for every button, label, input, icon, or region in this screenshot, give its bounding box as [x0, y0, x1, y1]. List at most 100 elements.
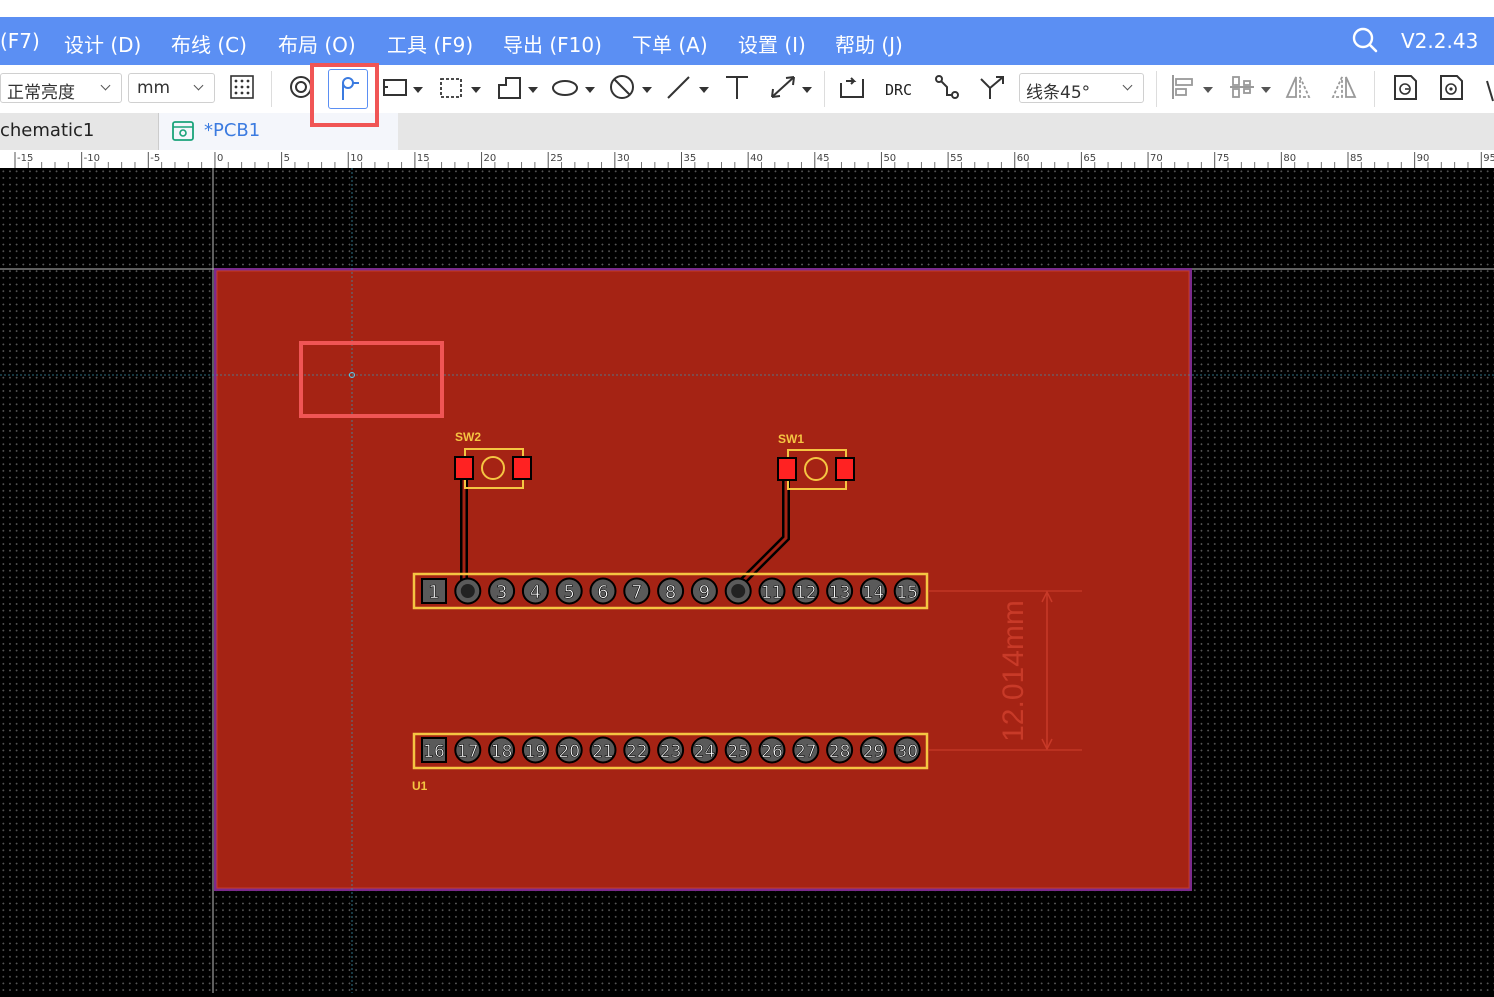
pin-number: 23	[660, 742, 682, 762]
route-mode-select[interactable]: 线条45°	[1019, 73, 1144, 103]
ruler-label: 45	[817, 153, 830, 164]
menu-item-view[interactable]: (F7)	[0, 29, 40, 53]
ellipse-icon[interactable]	[551, 73, 579, 105]
toolbar: 正常亮度 mm DRC 线条45°	[0, 65, 1494, 114]
diff-route-icon[interactable]	[978, 73, 1006, 105]
pcb-canvas[interactable]: SW2 SW1 U1 1 3 4 5 6 7 8 9 11 12 13 14 15 16 17 18 19 20…	[0, 168, 1494, 993]
chevron-down-icon[interactable]	[1261, 87, 1271, 93]
line-icon[interactable]	[665, 73, 693, 105]
ruler-label: -10	[84, 153, 100, 164]
ruler-label: 75	[1217, 153, 1230, 164]
pin-number: 11	[761, 583, 783, 603]
chevron-down-icon	[100, 80, 111, 91]
route-icon[interactable]	[838, 73, 866, 105]
brightness-select[interactable]: 正常亮度	[0, 73, 122, 103]
ruler-label: -5	[150, 153, 160, 164]
menu-item-layout[interactable]: 布局 (O)	[278, 29, 356, 58]
ruler-label: 60	[1017, 153, 1030, 164]
pcb-drawing[interactable]: SW2 SW1 U1 1 3 4 5 6 7 8 9 11 12 13 14 15 16 17 18 19 20…	[0, 168, 1494, 993]
toolbar-separator	[1374, 71, 1375, 107]
pcb-file-icon	[172, 120, 194, 152]
pin-number: 29	[863, 742, 885, 762]
align-left-icon[interactable]	[1170, 73, 1198, 105]
unit-select[interactable]: mm	[128, 73, 215, 103]
unit-value: mm	[137, 78, 171, 98]
pin-hole	[460, 584, 475, 598]
align-bottom-icon[interactable]	[1228, 73, 1256, 105]
route-mode-value: 线条45°	[1026, 83, 1091, 103]
no-entry-icon[interactable]	[608, 73, 636, 105]
single-route-icon[interactable]	[933, 73, 961, 105]
chevron-down-icon[interactable]	[699, 87, 709, 93]
pin-number: 21	[592, 742, 614, 762]
u1-top-pins[interactable]: 1 3 4 5 6 7 8 9 11 12 13 14 15	[421, 577, 921, 605]
chevron-down-icon[interactable]	[528, 87, 538, 93]
toolbar-separator	[824, 71, 825, 107]
chevron-down-icon	[1122, 80, 1133, 91]
ruler-label: 30	[617, 153, 630, 164]
pin-number: 17	[457, 742, 479, 762]
menu-item-order[interactable]: 下单 (A)	[632, 29, 708, 58]
chevron-down-icon[interactable]	[802, 87, 812, 93]
ruler-label: 0	[217, 153, 223, 164]
u1-bottom-pins[interactable]: 16 17 18 19 20 21 22 23 24 25 26 27 28 29 30	[421, 736, 921, 764]
ruler-label: 50	[883, 153, 896, 164]
menu-item-tools[interactable]: 工具 (F9)	[387, 29, 473, 58]
pin-number: 4	[530, 582, 541, 603]
chevron-down-icon[interactable]	[585, 87, 595, 93]
pin-number: 13	[829, 583, 851, 603]
pin-number: 25	[727, 742, 749, 762]
dimension-icon[interactable]	[768, 73, 798, 105]
flip-h-icon[interactable]	[1284, 73, 1312, 105]
ruler-label: 10	[350, 153, 363, 164]
chevron-down-icon[interactable]	[1203, 87, 1213, 93]
pin-number: 27	[795, 742, 817, 762]
ruler-label: 5	[284, 153, 290, 164]
ruler-label: 65	[1083, 153, 1096, 164]
gerber-icon[interactable]	[1391, 73, 1419, 105]
pin-number: 30	[896, 742, 918, 762]
pin-number: 24	[694, 742, 716, 762]
more-tools-icon[interactable]	[1484, 79, 1494, 111]
pin-number: 18	[491, 742, 513, 762]
grid-icon[interactable]	[228, 73, 256, 105]
text-icon[interactable]	[723, 73, 751, 105]
pin-number: 1	[428, 582, 439, 603]
pin-number: 15	[896, 583, 918, 603]
ruler-label: 40	[750, 153, 763, 164]
pin-number: 26	[761, 742, 783, 762]
pick-place-icon[interactable]	[1437, 73, 1465, 105]
tab-schematic[interactable]: chematic1	[0, 113, 159, 150]
brightness-value: 正常亮度	[7, 83, 75, 103]
highlight-box-canvas	[299, 341, 444, 418]
polygon-icon[interactable]	[496, 73, 524, 105]
menu-item-route[interactable]: 布线 (C)	[171, 29, 247, 58]
flip-v-icon[interactable]	[1330, 73, 1358, 105]
menu-bar: (F7) 设计 (D) 布线 (C) 布局 (O) 工具 (F9) 导出 (F1…	[0, 17, 1494, 65]
menu-item-export[interactable]: 导出 (F10)	[503, 29, 602, 58]
chevron-down-icon[interactable]	[642, 87, 652, 93]
rect-select-icon[interactable]	[382, 73, 408, 105]
pin-number: 7	[631, 582, 642, 603]
ruler-label: 90	[1417, 153, 1430, 164]
menu-item-settings[interactable]: 设置 (I)	[738, 29, 806, 58]
dashed-rect-icon[interactable]	[438, 73, 466, 105]
u1-designator: U1	[412, 779, 428, 793]
menu-item-design[interactable]: 设计 (D)	[64, 29, 141, 58]
pin-number: 20	[558, 742, 580, 762]
ruler-label: 80	[1283, 153, 1296, 164]
menu-item-help[interactable]: 帮助 (J)	[835, 29, 903, 58]
tab-pcb-label: *PCB1	[204, 120, 261, 141]
chevron-down-icon[interactable]	[471, 87, 481, 93]
pin-number: 22	[626, 742, 648, 762]
drc-icon[interactable]: DRC	[885, 81, 912, 113]
search-icon[interactable]	[1352, 27, 1378, 53]
tab-schematic-label: chematic1	[0, 120, 95, 141]
version-label: V2.2.43	[1401, 29, 1479, 53]
ruler-label: 70	[1150, 153, 1163, 164]
pin-number: 19	[525, 742, 547, 762]
ruler-label: 55	[950, 153, 963, 164]
ruler-ticks: -15 -10 -5 0 5 10 15 20 25 30 35 40 45 50 55 60 65 70 75 80…	[14, 152, 1494, 168]
chevron-down-icon[interactable]	[413, 87, 423, 93]
pin-number: 16	[423, 742, 445, 762]
